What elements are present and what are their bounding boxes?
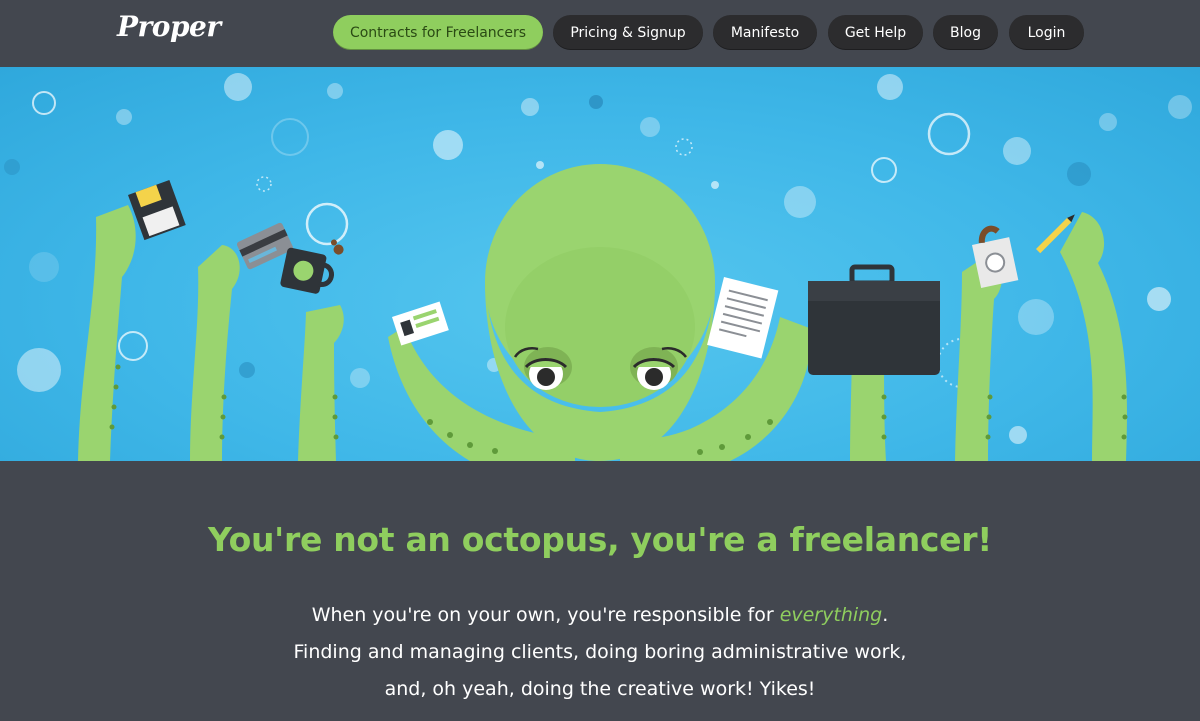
octopus-head [485, 164, 715, 461]
document-icon [707, 277, 779, 359]
main-nav: Contracts for Freelancers Pricing & Sign… [0, 15, 1200, 50]
nav-contracts-for-freelancers[interactable]: Contracts for Freelancers [333, 15, 543, 50]
nav-manifesto[interactable]: Manifesto [713, 15, 817, 50]
intro-paragraph: When you're on your own, you're responsi… [0, 597, 1200, 708]
intro-line-1-text: When you're on your own, you're responsi… [311, 604, 780, 626]
intro-line-3: and, oh yeah, doing the creative work! Y… [384, 678, 816, 700]
nav-blog[interactable]: Blog [933, 15, 998, 50]
top-navigation-bar: Proper Contracts for Freelancers Pricing… [0, 0, 1200, 67]
nav-get-help[interactable]: Get Help [828, 15, 923, 50]
nav-pricing-signup[interactable]: Pricing & Signup [553, 15, 703, 50]
emphasis-everything: everything [779, 604, 883, 626]
intro-line-1: When you're on your own, you're responsi… [0, 597, 1200, 634]
intro-line-1-end: . [882, 604, 889, 626]
page-headline: You're not an octopus, you're a freelanc… [208, 520, 992, 559]
nav-login[interactable]: Login [1009, 15, 1084, 50]
floppy-disk-icon [128, 179, 186, 241]
business-card-icon [392, 301, 449, 346]
hero-illustration [0, 67, 1200, 461]
briefcase-icon [808, 264, 940, 375]
intro-line-2: Finding and managing clients, doing bori… [293, 641, 907, 663]
octopus-illustration [4, 73, 1192, 461]
